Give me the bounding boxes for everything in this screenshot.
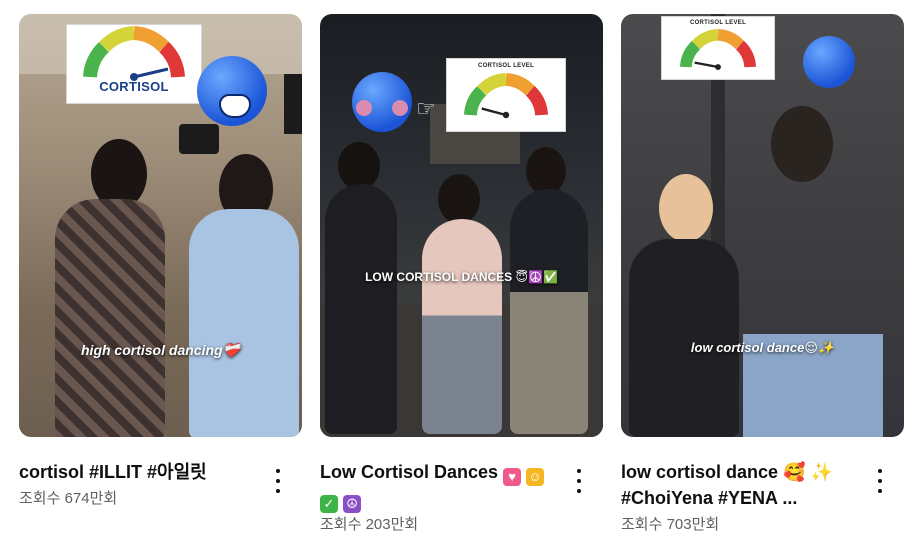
- anxious-emoji-icon: [197, 56, 267, 126]
- view-count-3: 조회수 703만회: [621, 516, 720, 533]
- more-vert-icon[interactable]: [272, 469, 284, 493]
- video-card-2[interactable]: CORTISOL LEVEL ☞ LOW CORTISOL DANCES 😇☮️…: [320, 14, 603, 533]
- gauge-icon: [680, 29, 756, 70]
- video-thumbnail-3[interactable]: CORTISOL LEVEL low cortisol dance😌✨: [621, 14, 904, 437]
- video-thumbnail-2[interactable]: CORTISOL LEVEL ☞ LOW CORTISOL DANCES 😇☮️…: [320, 14, 603, 437]
- flustered-emoji-icon: [352, 72, 412, 132]
- halo-icon: ☺: [526, 468, 545, 486]
- heart-eyes-icon: ♥: [503, 468, 522, 486]
- cortisol-meter-2: CORTISOL LEVEL: [446, 58, 566, 132]
- peace-icon: ☮: [343, 495, 362, 513]
- thumbs-up-emoji-icon: [803, 36, 855, 88]
- more-vert-icon[interactable]: [874, 469, 886, 493]
- video-card-1[interactable]: CORTISOL high cortisol dancing❤️‍🩹 corti…: [19, 14, 302, 527]
- video-title-3[interactable]: low cortisol dance 🥰 ✨ #ChoiYena #YENA .…: [621, 459, 851, 511]
- dancer-center: [422, 219, 502, 434]
- more-vert-icon[interactable]: [573, 469, 585, 493]
- dancer-left: [629, 239, 739, 437]
- check-box-icon: ✓: [320, 495, 338, 513]
- dancer-right: [189, 209, 299, 437]
- dancer-left: [325, 184, 397, 434]
- pointing-hand-icon: ☞: [416, 96, 436, 121]
- video-card-3[interactable]: CORTISOL LEVEL low cortisol dance😌✨ low …: [621, 14, 904, 533]
- cortisol-meter-1: CORTISOL: [66, 24, 202, 104]
- gauge-icon: [83, 26, 185, 81]
- video-overlay-text-2: LOW CORTISOL DANCES 😇☮️✅: [365, 270, 558, 284]
- video-overlay-text-3: low cortisol dance😌✨: [690, 340, 835, 355]
- video-title-1[interactable]: cortisol #ILLIT #아일릿: [19, 459, 259, 485]
- video-thumbnail-1[interactable]: CORTISOL high cortisol dancing❤️‍🩹: [19, 14, 302, 437]
- view-count-1: 조회수 674만회: [19, 490, 118, 507]
- gauge-icon: [464, 73, 548, 119]
- view-count-2: 조회수 203만회: [320, 516, 419, 533]
- video-title-2[interactable]: Low Cortisol Dances ♥ ☺ ✓ ☮: [320, 459, 560, 513]
- video-overlay-text-1: high cortisol dancing❤️‍🩹: [81, 342, 240, 358]
- dancer-right: [510, 189, 588, 434]
- dancer-left: [55, 199, 165, 437]
- cortisol-meter-3: CORTISOL LEVEL: [661, 16, 775, 80]
